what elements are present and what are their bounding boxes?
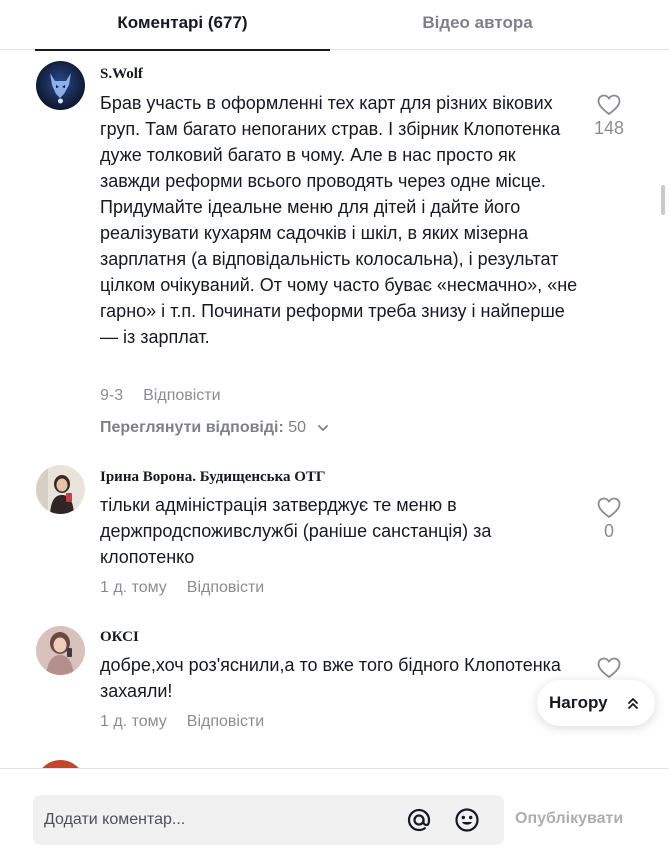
- view-replies-button[interactable]: Переглянути відповіді: 50: [100, 419, 329, 437]
- avatar[interactable]: [36, 465, 85, 514]
- like-count: 148: [593, 118, 625, 138]
- scrollbar-thumb[interactable]: [661, 185, 665, 215]
- heart-icon: [597, 497, 621, 518]
- chevron-down-icon: [317, 424, 328, 431]
- like-button[interactable]: [588, 657, 630, 681]
- reply-button[interactable]: Відповісти: [187, 713, 264, 730]
- view-replies-count: 50: [288, 419, 307, 436]
- comment-input-bar: Опублікувати: [0, 768, 669, 863]
- double-chevron-up-icon: [628, 698, 638, 709]
- avatar[interactable]: [36, 626, 85, 675]
- comment-date: 9-3: [100, 387, 124, 404]
- reply-button[interactable]: Відповісти: [143, 387, 220, 404]
- reply-button[interactable]: Відповісти: [187, 579, 264, 596]
- comment-username[interactable]: S.Wolf: [100, 66, 143, 83]
- heart-icon: [597, 94, 621, 115]
- user-photo-avatar-image: [36, 465, 85, 514]
- back-to-top-button[interactable]: Нагору: [537, 680, 655, 726]
- tab-author-videos[interactable]: Відео автора: [330, 0, 625, 49]
- user-photo-avatar-image: [36, 626, 85, 675]
- publish-button[interactable]: Опублікувати: [515, 810, 623, 828]
- avatar[interactable]: [36, 61, 85, 110]
- view-replies-label: Переглянути відповіді:: [100, 419, 284, 436]
- at-icon[interactable]: [406, 807, 432, 833]
- emoji-icon[interactable]: [454, 807, 480, 833]
- comment-meta: 9-3 Відповісти: [100, 387, 221, 405]
- tab-bar: Коментарі (677) Відео автора: [0, 0, 669, 51]
- comment-date: 1 д. тому: [100, 579, 167, 596]
- comment-input[interactable]: [44, 795, 384, 845]
- comment-text: Брав участь в оформленні тех карт для рі…: [100, 93, 578, 347]
- comment-meta: 1 д. тому Відповісти: [100, 713, 264, 731]
- comment-input-container: [33, 795, 504, 845]
- comment-username[interactable]: ОКСІ: [100, 629, 139, 646]
- heart-icon: [597, 657, 621, 678]
- like-button[interactable]: 148: [588, 94, 630, 139]
- tab-comments[interactable]: Коментарі (677): [35, 0, 330, 51]
- comment-username[interactable]: Ірина Ворона. Будищенська ОТГ: [100, 469, 325, 486]
- comment-meta: 1 д. тому Відповісти: [100, 579, 264, 597]
- comment-text: тільки адміністрація затверджує те меню …: [100, 495, 492, 567]
- like-count: 0: [603, 521, 614, 541]
- comment-item-partial: [0, 760, 669, 768]
- like-button[interactable]: 0: [588, 497, 630, 542]
- back-to-top-label: Нагору: [549, 693, 608, 712]
- wolf-avatar-image: [36, 61, 85, 110]
- comment-date: 1 д. тому: [100, 713, 167, 730]
- avatar[interactable]: [36, 760, 85, 768]
- comment-text: добре,хоч роз'яснили,а то вже того бідно…: [100, 655, 561, 701]
